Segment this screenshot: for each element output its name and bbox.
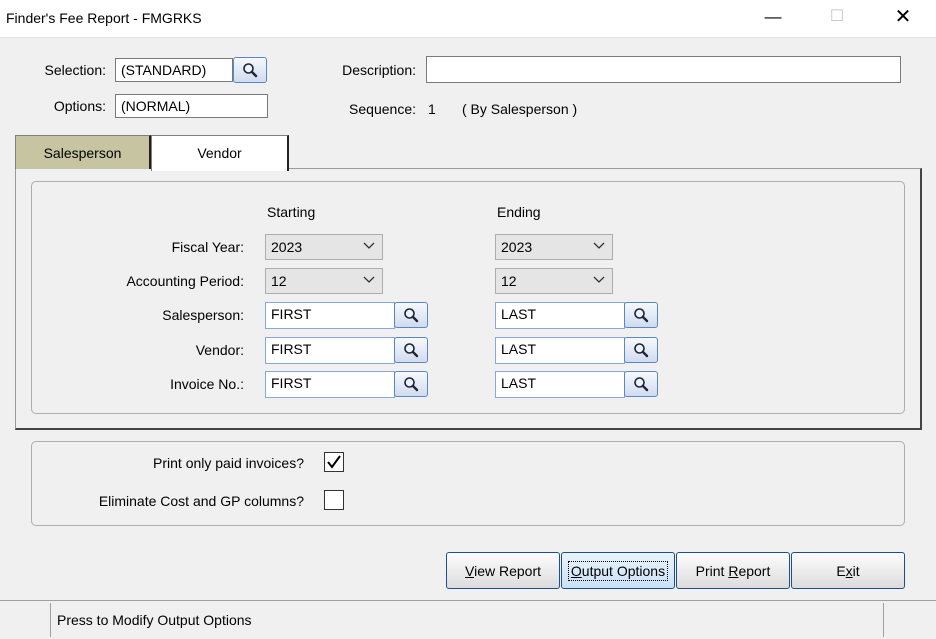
vendor-end-lookup-button[interactable]: [624, 337, 658, 363]
options-label: Options:: [53, 98, 106, 114]
fiscal-year-label: Fiscal Year:: [171, 239, 244, 255]
exit-button[interactable]: Exit: [791, 552, 905, 589]
magnifier-icon: [634, 308, 649, 323]
view-report-accelerator: V: [464, 562, 475, 579]
window-title: Finder's Fee Report - FMGRKS: [6, 10, 202, 26]
invoice-no-start-lookup-button[interactable]: [394, 371, 428, 397]
tab-vendor[interactable]: Vendor: [151, 135, 289, 171]
ending-header: Ending: [497, 204, 541, 220]
exit-accelerator: x: [845, 562, 853, 579]
fiscal-year-end-select[interactable]: 2023: [495, 234, 613, 260]
magnifier-icon: [404, 308, 419, 323]
invoice-no-start-field[interactable]: FIRST: [265, 371, 395, 398]
invoice-no-end-lookup-button[interactable]: [624, 371, 658, 397]
output-options-button[interactable]: Output Options: [561, 552, 675, 589]
vendor-label: Vendor:: [195, 342, 244, 358]
print-report-button[interactable]: Print Report: [676, 552, 790, 589]
accounting-period-label: Accounting Period:: [126, 273, 244, 289]
print-report-label-post: eport: [738, 562, 771, 579]
accounting-period-start-select[interactable]: 12: [265, 268, 383, 294]
salesperson-label: Salesperson:: [162, 307, 244, 323]
chevron-down-icon: [593, 276, 605, 283]
magnifier-icon: [404, 377, 419, 392]
salesperson-start-lookup-button[interactable]: [394, 302, 428, 328]
selection-label: Selection:: [44, 62, 106, 78]
invoice-no-label: Invoice No.:: [170, 376, 244, 392]
print-report-label-pre: Print: [695, 562, 729, 579]
chevron-down-icon: [593, 242, 605, 249]
fiscal-year-start-value: 2023: [271, 239, 303, 255]
close-button[interactable]: ✕: [880, 0, 926, 36]
chevron-down-icon: [363, 276, 375, 283]
vendor-start-lookup-button[interactable]: [394, 337, 428, 363]
view-report-label-post: iew Report: [474, 562, 541, 579]
description-label: Description:: [342, 62, 416, 78]
accounting-period-end-value: 12: [501, 273, 517, 289]
vendor-end-field[interactable]: LAST: [495, 337, 625, 364]
status-text: Press to Modify Output Options: [50, 603, 884, 637]
options-field[interactable]: (NORMAL): [115, 94, 268, 118]
output-options-label-post: utput Options: [581, 562, 666, 579]
magnifier-icon: [404, 343, 419, 358]
salesperson-end-lookup-button[interactable]: [624, 302, 658, 328]
paid-only-checkbox[interactable]: [324, 452, 344, 472]
options-group: [31, 441, 905, 526]
maximize-button[interactable]: ☐: [814, 0, 860, 36]
selection-field[interactable]: (STANDARD): [115, 58, 233, 82]
minimize-button[interactable]: —: [750, 0, 796, 36]
accounting-period-end-select[interactable]: 12: [495, 268, 613, 294]
starting-header: Starting: [267, 204, 316, 220]
salesperson-start-field[interactable]: FIRST: [265, 302, 395, 329]
eliminate-columns-checkbox[interactable]: [324, 490, 344, 510]
fiscal-year-end-value: 2023: [501, 239, 533, 255]
accounting-period-start-value: 12: [271, 273, 287, 289]
exit-label-pre: E: [836, 562, 846, 579]
view-report-button[interactable]: View Report: [446, 552, 560, 589]
eliminate-columns-label: Eliminate Cost and GP columns?: [98, 493, 304, 509]
sequence-value: 1: [428, 101, 436, 117]
paid-only-label: Print only paid invoices?: [153, 455, 304, 471]
sequence-label: Sequence:: [349, 101, 416, 117]
salesperson-end-field[interactable]: LAST: [495, 302, 625, 329]
chevron-down-icon: [363, 242, 375, 249]
invoice-no-end-field[interactable]: LAST: [495, 371, 625, 398]
checkmark-icon: [327, 455, 341, 469]
vendor-start-field[interactable]: FIRST: [265, 337, 395, 364]
output-options-accelerator: O: [570, 562, 582, 579]
exit-label-post: it: [852, 562, 860, 579]
magnifier-icon: [634, 343, 649, 358]
print-report-accelerator: R: [728, 562, 739, 579]
sequence-description: ( By Salesperson ): [462, 101, 578, 117]
tab-salesperson[interactable]: Salesperson: [15, 135, 151, 169]
selection-lookup-button[interactable]: [233, 57, 267, 83]
fiscal-year-start-select[interactable]: 2023: [265, 234, 383, 260]
description-field[interactable]: [426, 56, 901, 83]
magnifier-icon: [243, 63, 258, 78]
magnifier-icon: [634, 377, 649, 392]
